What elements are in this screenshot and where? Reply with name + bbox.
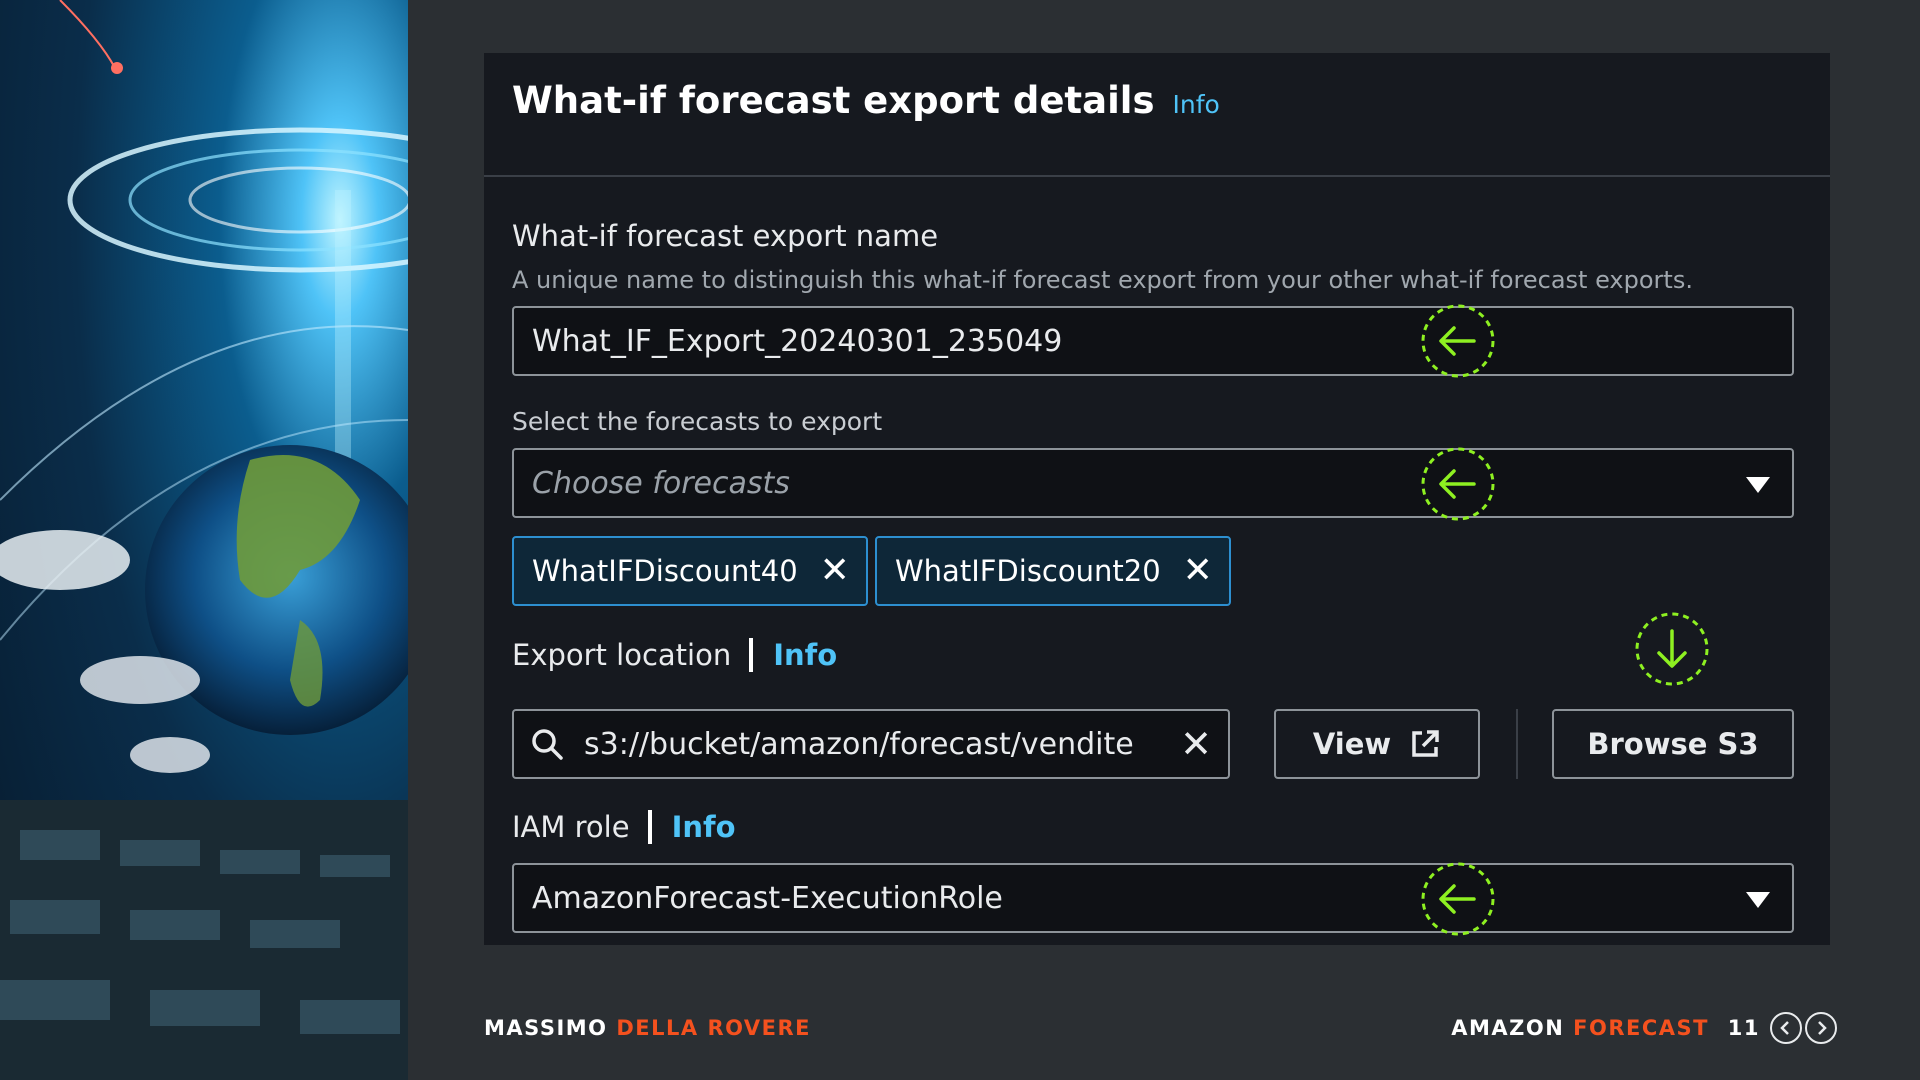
search-icon [532, 729, 563, 760]
forecast-token-label: WhatIFDiscount40 [532, 554, 798, 588]
iam-role-select[interactable]: AmazonForecast-ExecutionRole [512, 863, 1794, 933]
view-button[interactable]: View [1274, 709, 1480, 779]
hero-illustration [0, 0, 408, 1080]
browse-s3-button[interactable]: Browse S3 [1552, 709, 1794, 779]
arrow-left-dashed-circle-icon [1421, 862, 1495, 936]
arrow-down-dashed-circle-icon [1635, 612, 1709, 686]
iam-role-value: AmazonForecast-ExecutionRole [532, 880, 1003, 916]
globe-illustration [0, 0, 408, 1080]
export-location-label: Export location [512, 638, 732, 672]
label-separator [647, 810, 652, 844]
caret-down-icon [1746, 477, 1770, 493]
caret-down-icon [1746, 892, 1770, 908]
external-link-icon [1412, 730, 1439, 757]
author-last-name: DELLA ROVERE [616, 1016, 812, 1040]
button-divider [1516, 709, 1518, 779]
arrow-left-dashed-circle-icon [1421, 447, 1495, 521]
export-name-value: What_IF_Export_20240301_235049 [532, 323, 1063, 359]
arrow-left-dashed-circle-icon [1421, 304, 1495, 378]
close-icon[interactable]: ✕ [820, 553, 850, 589]
view-button-label: View [1312, 727, 1392, 761]
iam-role-label-row: IAM role Info [512, 810, 736, 844]
browse-s3-label: Browse S3 [1587, 727, 1759, 761]
footer-product: AMAZON FORECAST 11 [1451, 1016, 1760, 1040]
chevron-right-icon [1818, 1021, 1827, 1035]
export-location-info-link[interactable]: Info [773, 638, 837, 672]
panel-title: What-if forecast export details [512, 79, 1155, 122]
forecast-token: WhatIFDiscount40 ✕ [512, 536, 868, 606]
panel-info-link[interactable]: Info [1172, 77, 1219, 133]
iam-role-info-link[interactable]: Info [672, 810, 736, 844]
forecasts-select[interactable]: Choose forecasts [512, 448, 1794, 518]
forecasts-label: Select the forecasts to export [512, 407, 883, 436]
chevron-left-icon [1780, 1021, 1789, 1035]
clear-icon[interactable]: ✕ [1180, 725, 1212, 763]
export-name-label: What-if forecast export name [512, 219, 939, 253]
panel-header: What-if forecast export details Info [484, 53, 1830, 177]
page-number: 11 [1727, 1016, 1760, 1040]
export-location-label-row: Export location Info [512, 638, 837, 672]
iam-role-label: IAM role [512, 810, 630, 844]
author-first-name: MASSIMO [484, 1016, 608, 1040]
previous-page-button[interactable] [1770, 1012, 1802, 1044]
product-name-second: FORECAST [1573, 1016, 1709, 1040]
next-page-button[interactable] [1805, 1012, 1837, 1044]
footer-author: MASSIMO DELLA ROVERE [484, 1016, 811, 1040]
label-separator [749, 638, 754, 672]
close-icon[interactable]: ✕ [1183, 553, 1213, 589]
export-details-panel: What-if forecast export details Info Wha… [484, 53, 1830, 945]
export-location-value: s3://bucket/amazon/forecast/vendite [584, 726, 1134, 762]
export-name-description: A unique name to distinguish this what-i… [512, 266, 1693, 294]
product-name-first: AMAZON [1451, 1016, 1565, 1040]
export-name-input[interactable]: What_IF_Export_20240301_235049 [512, 306, 1794, 376]
export-location-input[interactable]: s3://bucket/amazon/forecast/vendite ✕ [512, 709, 1230, 779]
forecasts-placeholder: Choose forecasts [532, 465, 790, 501]
forecast-token: WhatIFDiscount20 ✕ [875, 536, 1231, 606]
forecast-token-label: WhatIFDiscount20 [895, 554, 1161, 588]
